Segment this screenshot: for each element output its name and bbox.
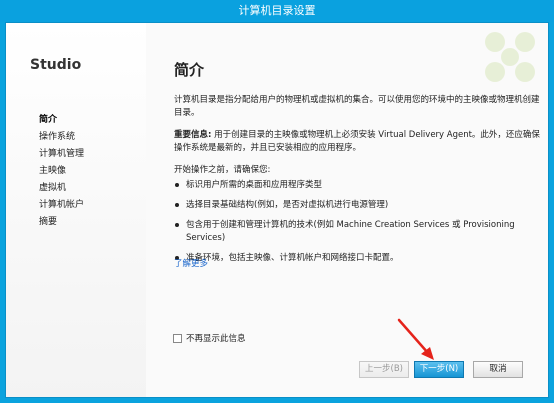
red-arrow-annotation — [397, 318, 434, 360]
